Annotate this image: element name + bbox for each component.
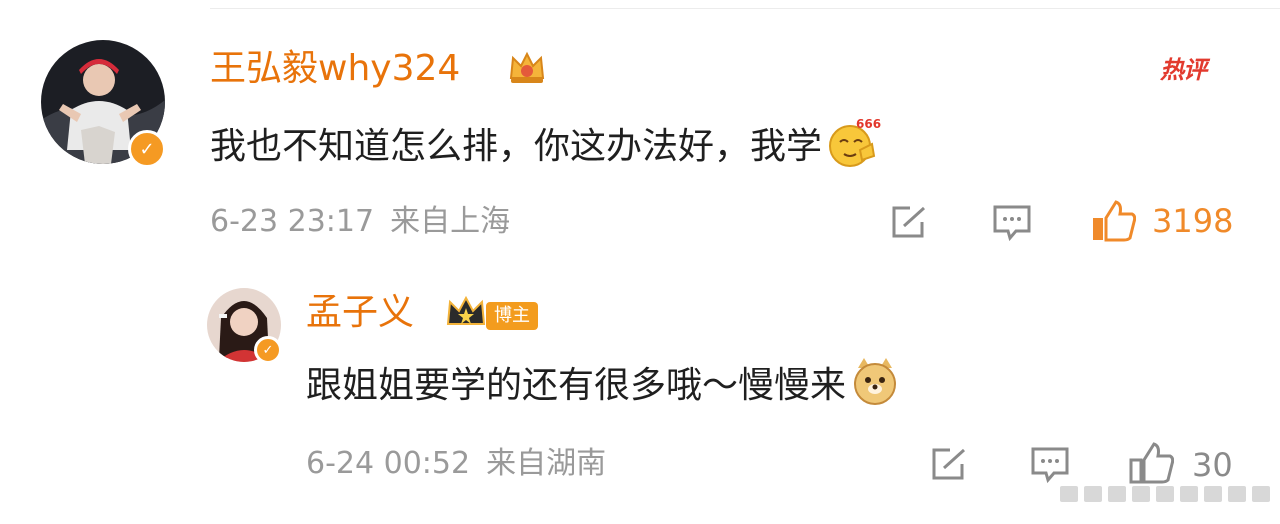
top-divider: [210, 8, 1280, 9]
reply-text: 跟姐姐要学的还有很多哦～慢慢来: [306, 356, 900, 418]
reply-meta: 6-24 00:52 来自湖南: [306, 444, 606, 484]
666-emoji: 666: [826, 116, 882, 180]
comment-icon[interactable]: [992, 204, 1032, 242]
username[interactable]: 孟子义: [306, 292, 414, 334]
verified-badge: ✓: [254, 336, 282, 364]
comment-text: 我也不知道怎么排，你这办法好，我学 666: [210, 116, 882, 180]
blogger-badge: 博主: [486, 302, 538, 330]
comment-text-body: 我也不知道怎么排，你这办法好，我学: [210, 126, 823, 167]
reply-text-body: 跟姐姐要学的还有很多哦～慢慢来: [306, 365, 847, 406]
crown-icon: [505, 44, 549, 88]
hot-comment-badge: 热评: [1160, 56, 1207, 84]
svg-text:666: 666: [856, 117, 881, 131]
comment-meta: 6-23 23:17 来自上海: [210, 202, 510, 242]
comment-date: 6-23 23:17: [210, 204, 375, 239]
share-icon[interactable]: [890, 204, 930, 240]
like-icon[interactable]: [1090, 198, 1137, 244]
username[interactable]: 王弘毅why324: [210, 48, 460, 90]
comment-date: 6-24 00:52: [306, 446, 471, 481]
doge-emoji: [850, 356, 900, 418]
share-icon[interactable]: [930, 446, 970, 482]
comment-location: 来自上海: [390, 204, 511, 239]
crown-icon: [444, 292, 488, 332]
like-count: 3198: [1152, 202, 1234, 240]
verified-badge: ✓: [128, 130, 166, 168]
watermark-strip: [1060, 480, 1280, 506]
comment-location: 来自湖南: [486, 446, 607, 481]
comment-icon[interactable]: [1030, 446, 1070, 484]
